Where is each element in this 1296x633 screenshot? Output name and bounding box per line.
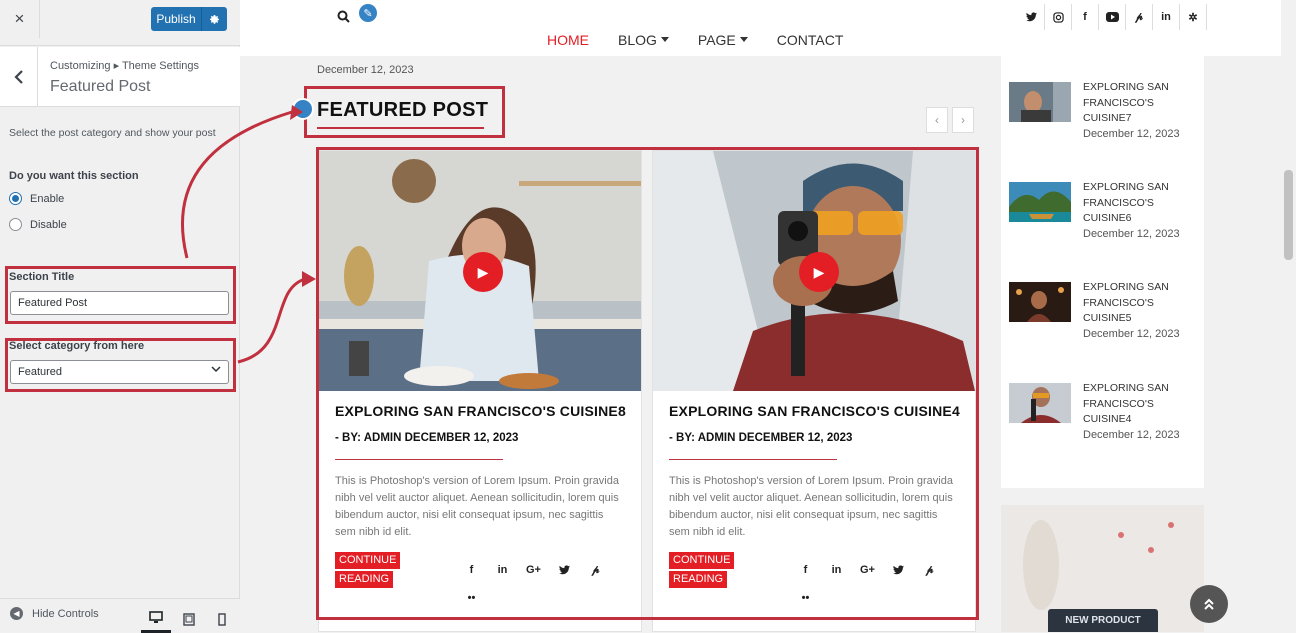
panel-header: Customizing ▸ Theme Settings Featured Po… [0, 47, 240, 107]
youtube-icon[interactable] [1099, 4, 1126, 30]
radio-checked-icon[interactable] [9, 192, 22, 205]
site-preview: ✎ HOME BLOG PAGE CONTACT f 𝓅 in ✲ Decemb… [240, 0, 1296, 632]
caret-down-icon [660, 37, 669, 42]
recent-post-date: December 12, 2023 [1083, 128, 1180, 140]
scrollbar-thumb[interactable] [1284, 170, 1293, 260]
disable-label: Disable [30, 218, 67, 231]
linkedin-icon[interactable]: in [1153, 4, 1180, 30]
desktop-icon[interactable] [141, 605, 171, 633]
pinterest-icon[interactable]: 𝓅 [1126, 4, 1153, 30]
yelp-icon[interactable]: ✲ [1180, 4, 1207, 30]
menu-item-page[interactable]: PAGE [698, 32, 748, 48]
page-scrollbar[interactable] [1281, 0, 1296, 632]
radio-unchecked-icon[interactable] [9, 218, 22, 231]
scroll-to-top-button[interactable] [1190, 585, 1228, 623]
category-select[interactable]: Featured [10, 360, 229, 384]
menu-page-label: PAGE [697, 32, 736, 48]
recent-post-date: December 12, 2023 [1083, 429, 1180, 441]
recent-post-thumbnail[interactable] [1009, 282, 1071, 322]
recent-posts-widget: EXPLORING SAN FRANCISCO'S CUISINE7 Decem… [1001, 56, 1204, 488]
tablet-icon[interactable] [174, 605, 204, 633]
recent-post-date: December 12, 2023 [1083, 328, 1180, 340]
enable-radio[interactable]: Enable [9, 192, 64, 205]
ad-label: NEW PRODUCT [1048, 609, 1158, 632]
recent-post-title[interactable]: EXPLORING SAN FRANCISCO'S CUISINE4 [1083, 381, 1193, 428]
menu-item-blog[interactable]: BLOG [618, 32, 669, 48]
publish-label[interactable]: Publish [151, 7, 202, 31]
section-heading: FEATURED POST [317, 99, 489, 121]
search-icon[interactable] [337, 10, 350, 26]
hide-controls-label: Hide Controls [32, 607, 99, 620]
section-toggle-label: Do you want this section [9, 170, 139, 182]
panel-description: Select the post category and show your p… [9, 127, 216, 139]
recent-post-title[interactable]: EXPLORING SAN FRANCISCO'S CUISINE6 [1083, 180, 1193, 227]
post-date: December 12, 2023 [317, 64, 414, 76]
menu-blog-label: BLOG [618, 32, 657, 48]
social-links: f 𝓅 in ✲ [1018, 4, 1207, 30]
prev-arrow-icon[interactable]: ‹ [926, 107, 948, 133]
instagram-icon[interactable] [1045, 4, 1072, 30]
edit-shortcut-icon[interactable] [292, 98, 314, 120]
next-arrow-icon[interactable]: › [952, 107, 974, 133]
hide-controls-button[interactable]: ◀ Hide Controls [10, 607, 99, 620]
heading-underline [317, 127, 484, 129]
section-title-label: Section Title [9, 271, 75, 283]
collapse-icon: ◀ [10, 607, 23, 620]
caret-down-icon [739, 37, 748, 42]
facebook-icon[interactable]: f [1072, 4, 1099, 30]
publish-button[interactable]: Publish [151, 7, 227, 31]
menu-item-home[interactable]: HOME [547, 32, 589, 48]
recent-post-title[interactable]: EXPLORING SAN FRANCISCO'S CUISINE7 [1083, 80, 1193, 127]
panel-title: Featured Post [50, 78, 151, 95]
twitter-icon[interactable] [1018, 4, 1045, 30]
customizer-header: × Publish [0, 0, 240, 46]
recent-post-date: December 12, 2023 [1083, 228, 1180, 240]
customizer-footer: ◀ Hide Controls [0, 598, 240, 633]
site-header: ✎ HOME BLOG PAGE CONTACT f 𝓅 in ✲ [240, 0, 1281, 56]
menu-item-contact[interactable]: CONTACT [777, 32, 844, 48]
edit-pencil-icon[interactable]: ✎ [357, 2, 379, 24]
back-chevron-icon[interactable] [0, 47, 38, 107]
annotation-box-posts [316, 147, 979, 620]
breadcrumb: Customizing ▸ Theme Settings [50, 60, 199, 72]
recent-post-thumbnail[interactable] [1009, 383, 1071, 423]
recent-post-thumbnail[interactable] [1009, 182, 1071, 222]
mobile-icon[interactable] [207, 605, 237, 633]
category-selected-value: Featured [18, 366, 63, 378]
recent-post-thumbnail[interactable] [1009, 82, 1071, 122]
section-title-input[interactable]: Featured Post [10, 291, 229, 315]
chevron-down-icon [211, 365, 221, 376]
category-label: Select category from here [9, 340, 145, 352]
product-ad-banner[interactable]: NEW PRODUCT [1001, 505, 1204, 632]
gear-icon[interactable] [202, 7, 227, 31]
recent-post-title[interactable]: EXPLORING SAN FRANCISCO'S CUISINE5 [1083, 280, 1193, 327]
enable-label: Enable [30, 192, 65, 205]
disable-radio[interactable]: Disable [9, 218, 67, 231]
close-icon[interactable]: × [0, 0, 40, 38]
customizer-sidebar: × Publish Customizing ▸ Theme Settings F… [0, 0, 240, 633]
main-menu: HOME BLOG PAGE CONTACT [547, 32, 872, 48]
